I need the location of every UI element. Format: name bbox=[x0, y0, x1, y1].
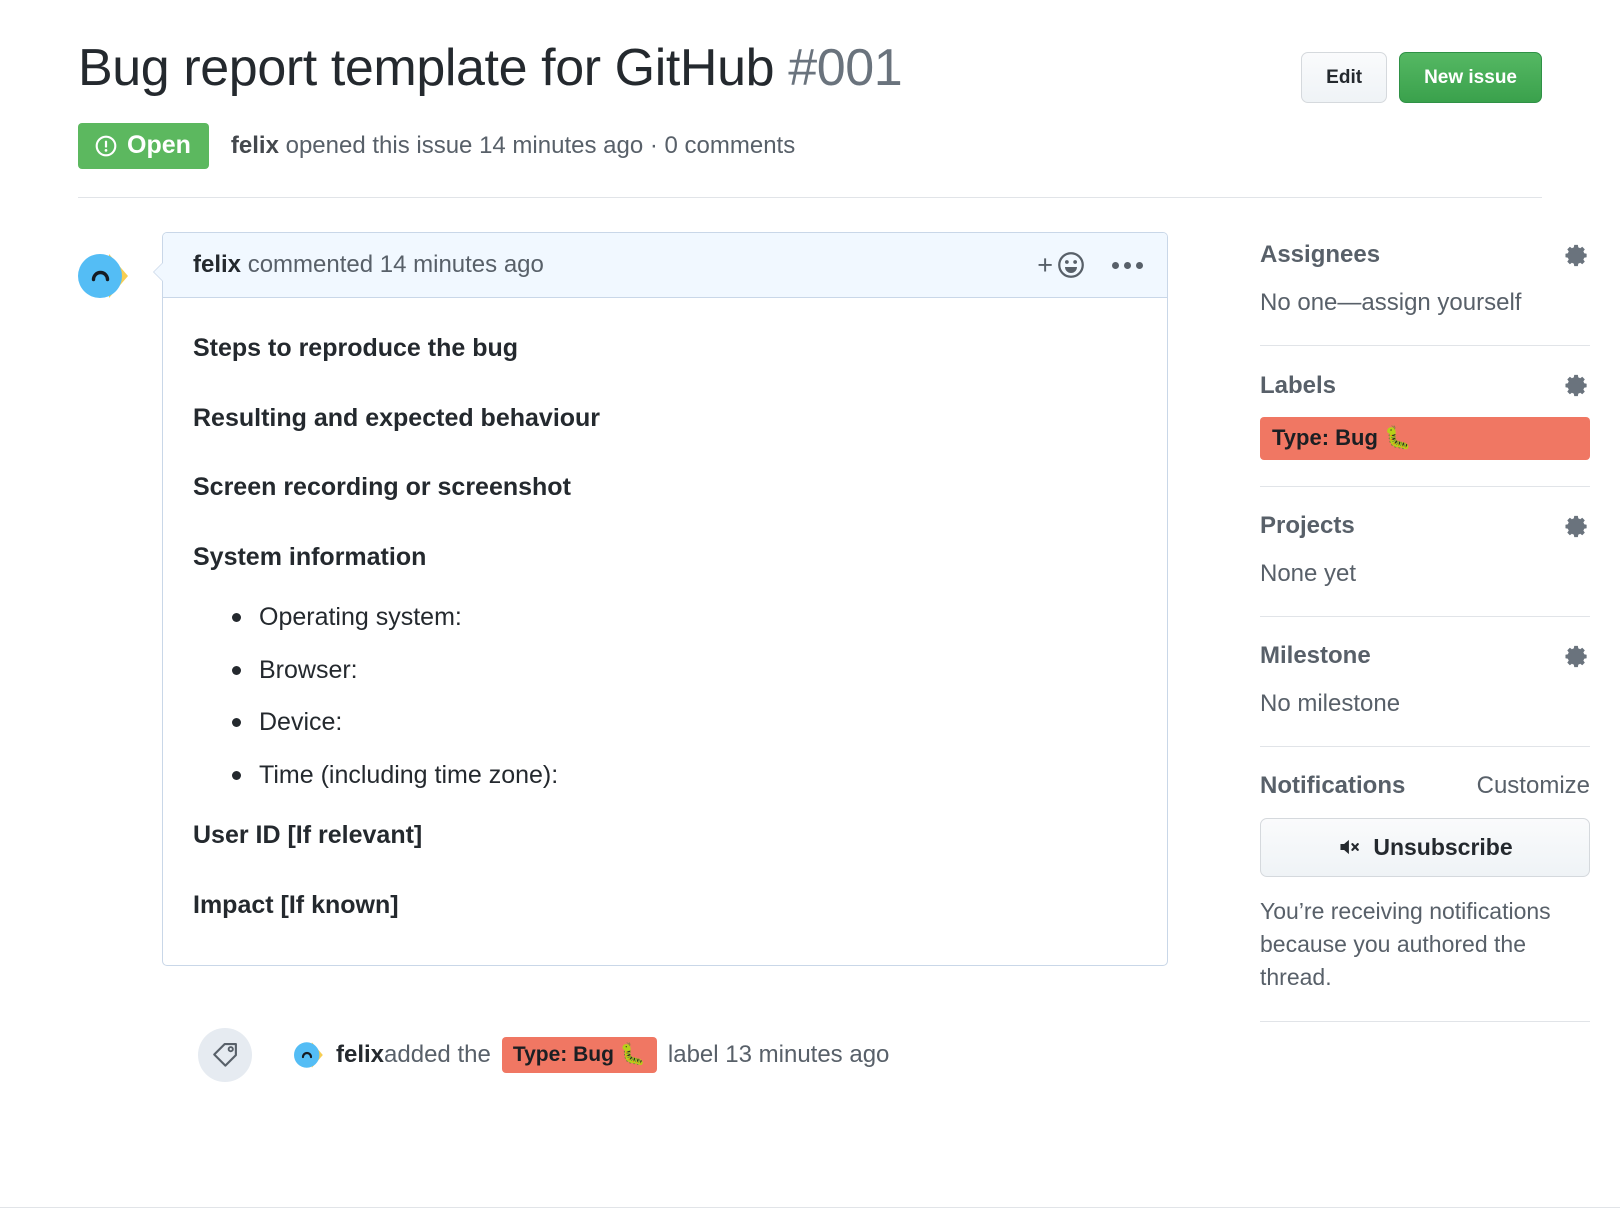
open-issue-icon bbox=[94, 134, 118, 158]
edit-button[interactable]: Edit bbox=[1301, 52, 1387, 103]
system-info-list: Operating system: Browser: Device: Time … bbox=[193, 601, 1137, 791]
gear-icon[interactable] bbox=[1563, 513, 1590, 540]
heading-recording: Screen recording or screenshot bbox=[193, 471, 1137, 504]
projects-header: Projects bbox=[1260, 513, 1590, 540]
kebab-dot bbox=[1124, 262, 1131, 269]
timeline-column: felix commented 14 minutes ago + bbox=[78, 232, 1168, 1082]
sidebar-section-notifications: Notifications Customize Unsubscribe You’… bbox=[1260, 746, 1590, 1020]
event-action-after: label 13 minutes ago bbox=[668, 1043, 889, 1067]
notifications-header: Notifications Customize bbox=[1260, 773, 1590, 799]
assignees-header: Assignees bbox=[1260, 242, 1590, 269]
sidebar-section-projects: Projects None yet bbox=[1260, 486, 1590, 616]
gear-icon-glyph bbox=[1563, 242, 1590, 269]
milestone-value: No milestone bbox=[1260, 688, 1590, 720]
kebab-dot bbox=[1136, 262, 1143, 269]
gear-icon-glyph bbox=[1563, 513, 1590, 540]
comment-action: commented 14 minutes ago bbox=[241, 251, 544, 278]
page-title: Bug report template for GitHub #001 bbox=[78, 38, 902, 99]
comment-row: felix commented 14 minutes ago + bbox=[78, 232, 1168, 966]
projects-value: None yet bbox=[1260, 558, 1590, 590]
list-item: Browser: bbox=[226, 654, 1137, 687]
issue-meta-rest: opened this issue 14 minutes ago · 0 com… bbox=[279, 132, 795, 159]
event-avatar[interactable] bbox=[294, 1040, 324, 1070]
issue-header: Bug report template for GitHub #001 Edit… bbox=[78, 0, 1542, 197]
sidebar-section-milestone: Milestone No milestone bbox=[1260, 616, 1590, 746]
comment-header: felix commented 14 minutes ago + bbox=[163, 233, 1167, 298]
notifications-note: You’re receiving notifications because y… bbox=[1260, 895, 1590, 995]
avatar-icon bbox=[78, 250, 130, 302]
labels-header: Labels bbox=[1260, 372, 1590, 399]
mute-speaker-icon bbox=[1337, 834, 1363, 860]
unsubscribe-button[interactable]: Unsubscribe bbox=[1260, 818, 1590, 877]
milestone-header: Milestone bbox=[1260, 643, 1590, 670]
heading-steps: Steps to reproduce the bug bbox=[193, 332, 1137, 365]
event-label-chip[interactable]: Type: Bug 🐛 bbox=[502, 1037, 657, 1072]
smiley-icon bbox=[1056, 250, 1086, 280]
title-row: Bug report template for GitHub #001 Edit… bbox=[78, 38, 1542, 103]
event-author[interactable]: felix bbox=[336, 1043, 384, 1067]
comment-body: Steps to reproduce the bug Resulting and… bbox=[163, 298, 1167, 965]
list-item: Time (including time zone): bbox=[226, 759, 1137, 792]
gear-icon[interactable] bbox=[1563, 242, 1590, 269]
list-item: Operating system: bbox=[226, 601, 1137, 634]
tag-icon-wrapper bbox=[198, 1028, 252, 1082]
tag-icon bbox=[210, 1040, 240, 1070]
list-item: Device: bbox=[226, 706, 1137, 739]
milestone-title: Milestone bbox=[1260, 643, 1371, 669]
comment-menu-button[interactable] bbox=[1112, 262, 1143, 269]
kebab-dot bbox=[1112, 262, 1119, 269]
issue-author[interactable]: felix bbox=[231, 132, 279, 159]
plus-icon: + bbox=[1037, 252, 1053, 279]
avatar[interactable] bbox=[78, 250, 130, 302]
event-action-before: added the bbox=[384, 1043, 491, 1067]
issue-page: Bug report template for GitHub #001 Edit… bbox=[0, 0, 1620, 1208]
gear-icon-glyph bbox=[1563, 643, 1590, 670]
unsubscribe-label: Unsubscribe bbox=[1373, 834, 1512, 861]
heading-impact: Impact [If known] bbox=[193, 889, 1137, 922]
issue-number: #001 bbox=[788, 39, 902, 97]
new-issue-button[interactable]: New issue bbox=[1399, 52, 1542, 103]
comment-box: felix commented 14 minutes ago + bbox=[162, 232, 1168, 966]
sidebar-section-assignees: Assignees No one—assign yourself bbox=[1260, 242, 1590, 345]
assignees-value[interactable]: No one—assign yourself bbox=[1260, 287, 1590, 319]
assignees-title: Assignees bbox=[1260, 242, 1380, 268]
heading-system: System information bbox=[193, 541, 1137, 574]
heading-behaviour: Resulting and expected behaviour bbox=[193, 402, 1137, 435]
projects-title: Projects bbox=[1260, 513, 1355, 539]
status-badge: Open bbox=[78, 123, 209, 169]
avatar-icon bbox=[294, 1040, 324, 1070]
notifications-title: Notifications bbox=[1260, 773, 1405, 799]
sidebar-section-participants bbox=[1260, 1021, 1590, 1074]
heading-user-id: User ID [If relevant] bbox=[193, 819, 1137, 852]
issue-meta-row: Open felix opened this issue 14 minutes … bbox=[78, 123, 1542, 197]
customize-link[interactable]: Customize bbox=[1477, 773, 1590, 799]
add-reaction-button[interactable]: + bbox=[1037, 250, 1086, 280]
gear-icon[interactable] bbox=[1563, 372, 1590, 399]
comment-author-line: felix commented 14 minutes ago bbox=[193, 251, 544, 280]
sidebar-section-labels: Labels Type: Bug 🐛 bbox=[1260, 345, 1590, 485]
issue-title-text: Bug report template for GitHub bbox=[78, 39, 774, 97]
header-actions: Edit New issue bbox=[1301, 38, 1542, 103]
label-chip[interactable]: Type: Bug 🐛 bbox=[1260, 417, 1590, 459]
issue-content: felix commented 14 minutes ago + bbox=[78, 198, 1542, 1082]
status-badge-label: Open bbox=[127, 133, 191, 158]
gear-icon[interactable] bbox=[1563, 643, 1590, 670]
labels-title: Labels bbox=[1260, 373, 1336, 399]
timeline-event-text: felix added the Type: Bug 🐛 label 13 min… bbox=[294, 1037, 889, 1072]
comment-author[interactable]: felix bbox=[193, 251, 241, 278]
issue-meta-text: felix opened this issue 14 minutes ago ·… bbox=[231, 134, 795, 158]
comment-header-actions: + bbox=[1037, 250, 1143, 280]
gear-icon-glyph bbox=[1563, 372, 1590, 399]
issue-sidebar: Assignees No one—assign yourself Labels bbox=[1260, 232, 1590, 1074]
timeline-event-labeled: felix added the Type: Bug 🐛 label 13 min… bbox=[198, 1028, 1168, 1082]
